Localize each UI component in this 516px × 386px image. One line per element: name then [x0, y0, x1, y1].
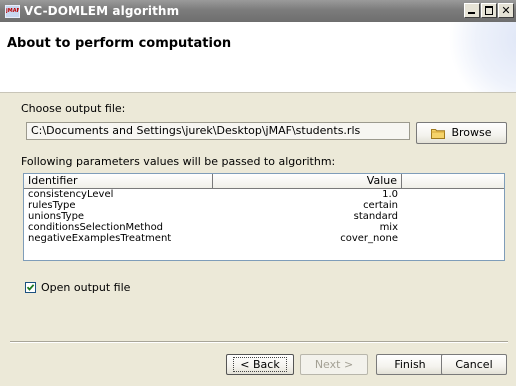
cell-value: certain: [363, 200, 398, 211]
cell-identifier: conditionsSelectionMethod: [28, 222, 164, 233]
column-header-value[interactable]: Value: [213, 174, 402, 189]
table-row[interactable]: rulesType certain: [24, 200, 504, 211]
params-label: Following parameters values will be pass…: [21, 155, 336, 168]
cell-identifier: negativeExamplesTreatment: [28, 233, 172, 244]
page-title: About to perform computation: [7, 36, 232, 51]
table-row[interactable]: negativeExamplesTreatment cover_none: [24, 233, 504, 244]
column-header-identifier[interactable]: Identifier: [24, 174, 213, 189]
folder-icon: [431, 128, 446, 139]
output-file-label: Choose output file:: [21, 102, 126, 115]
close-icon[interactable]: ✕: [498, 3, 514, 18]
back-button[interactable]: < Back: [226, 354, 294, 375]
cancel-button[interactable]: Cancel: [441, 354, 507, 375]
wizard-header: About to perform computation: [0, 22, 516, 93]
cell-identifier: unionsType: [28, 211, 85, 222]
title-bar[interactable]: jMAF VC-DOMLEM algorithm ✕: [0, 0, 516, 22]
cell-identifier: rulesType: [28, 200, 76, 211]
table-row[interactable]: consistencyLevel 1.0: [24, 189, 504, 200]
minimize-icon[interactable]: [464, 3, 480, 18]
footer-divider: [10, 341, 508, 343]
params-table[interactable]: Identifier Value consistencyLevel 1.0 ru…: [23, 173, 505, 261]
table-row[interactable]: unionsType standard: [24, 211, 504, 222]
checkmark-icon: [26, 284, 35, 291]
window-controls: ✕: [464, 3, 514, 18]
open-output-checkbox[interactable]: [25, 282, 36, 293]
wizard-dialog: jMAF VC-DOMLEM algorithm ✕ About to perf…: [0, 0, 516, 386]
cell-value: cover_none: [340, 233, 398, 244]
cell-identifier: consistencyLevel: [28, 189, 114, 200]
window-title: VC-DOMLEM algorithm: [24, 4, 180, 18]
browse-button[interactable]: Browse: [416, 122, 507, 144]
next-button[interactable]: Next >: [300, 354, 368, 375]
maximize-icon[interactable]: [481, 3, 497, 18]
header-decoration: [436, 22, 516, 92]
open-output-label[interactable]: Open output file: [41, 281, 130, 294]
column-header-empty: [402, 174, 504, 189]
back-label: < Back: [233, 357, 287, 372]
cell-value: mix: [379, 222, 398, 233]
browse-label: Browse: [451, 126, 492, 139]
output-file-field[interactable]: C:\Documents and Settings\jurek\Desktop\…: [26, 122, 410, 140]
table-body: consistencyLevel 1.0 rulesType certain u…: [24, 189, 504, 244]
cell-value: standard: [353, 211, 398, 222]
jmaf-app-icon: jMAF: [5, 4, 20, 18]
cell-value: 1.0: [382, 189, 398, 200]
table-row[interactable]: conditionsSelectionMethod mix: [24, 222, 504, 233]
finish-button[interactable]: Finish: [376, 354, 444, 375]
table-header: Identifier Value: [24, 174, 504, 189]
